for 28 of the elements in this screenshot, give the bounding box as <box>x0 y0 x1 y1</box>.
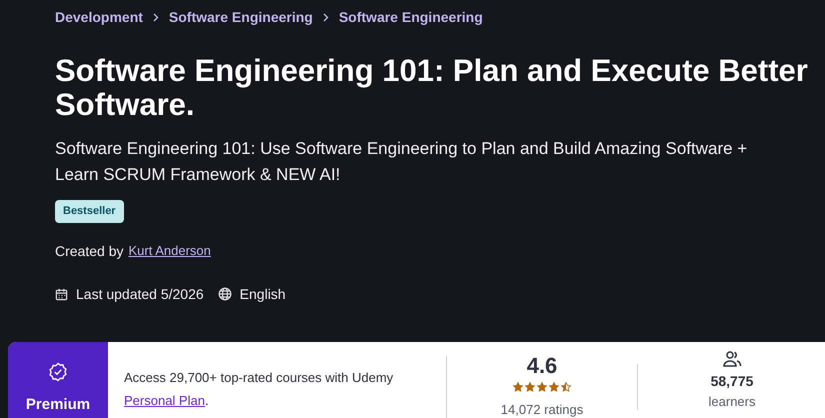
language-text: English <box>240 284 286 304</box>
calendar-icon <box>55 288 68 300</box>
breadcrumb-link[interactable]: Software Engineering <box>338 6 483 28</box>
chevron-icon <box>152 12 159 22</box>
people-icon <box>722 350 742 368</box>
star-icon <box>561 382 571 392</box>
star-icon <box>525 382 535 392</box>
learners-label: learners <box>708 394 756 410</box>
created-by-label: Created by <box>55 242 124 261</box>
globe-icon <box>218 287 232 301</box>
course-title: Software Engineering 101: Plan and Execute Better Software. <box>55 54 809 122</box>
personal-plan-link[interactable]: Personal Plan <box>124 393 205 408</box>
author-link[interactable]: Kurt Anderson <box>128 241 211 261</box>
star-icon <box>513 382 523 392</box>
premium-description: Access 29,700+ top-rated courses with Udemy Personal Plan. <box>123 369 394 410</box>
learners-count: 58,775 <box>710 372 754 390</box>
chevron-icon <box>322 12 329 22</box>
star-icon <box>549 382 559 392</box>
last-updated-text: Last updated 5/2026 <box>76 284 204 304</box>
star-icon <box>537 382 547 392</box>
rating-value: 4.6 <box>526 352 558 380</box>
bestseller-badge: Bestseller <box>55 200 124 222</box>
course-subtitle: Software Engineering 101: Use Software Engineering to Plan and Build Amazing Software + Learn SCRUM Framework & NEW AI! <box>55 138 748 186</box>
breadcrumb-link[interactable]: Software Engineering <box>168 6 313 28</box>
breadcrumb-link[interactable]: Development <box>55 6 143 28</box>
premium-label: Premium <box>26 395 90 415</box>
verified-badge-icon <box>48 362 68 382</box>
rating-count: 14,072 ratings <box>500 401 584 418</box>
